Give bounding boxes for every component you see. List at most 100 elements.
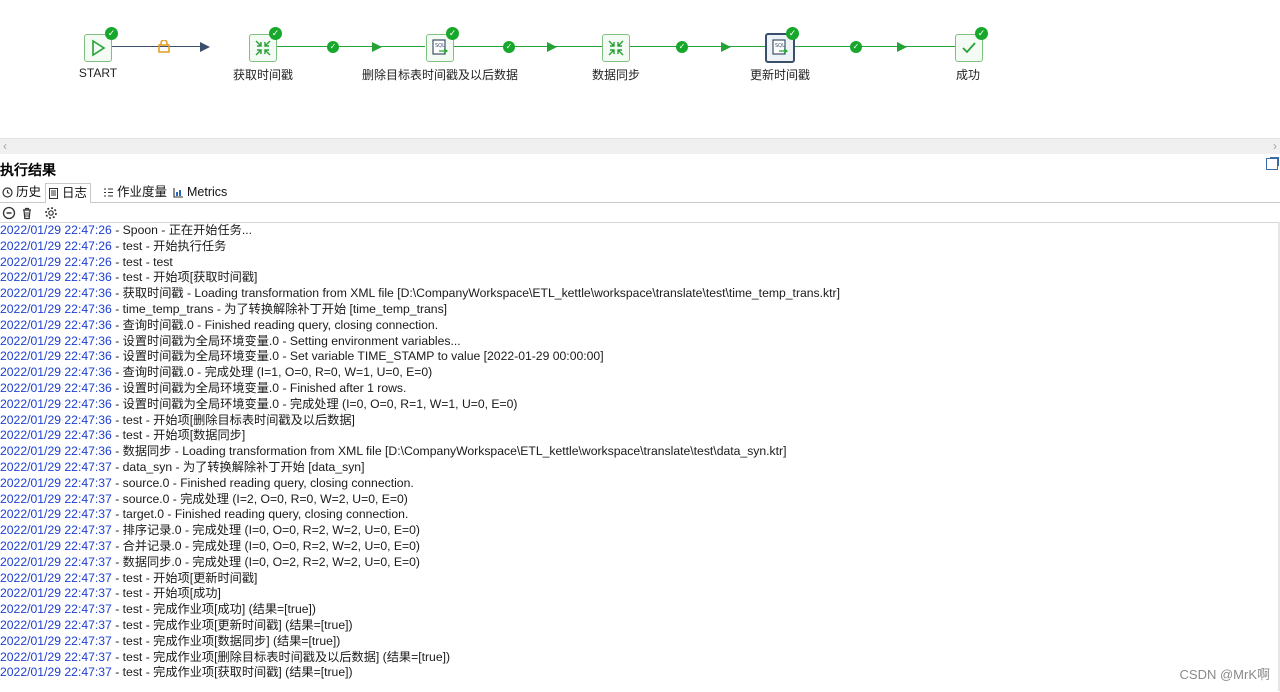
log-line: 2022/01/29 22:47:36 - time_temp_trans - … — [0, 302, 1278, 318]
tab-history[interactable]: 历史 — [0, 183, 44, 203]
tab-metrics[interactable]: Metrics — [171, 183, 235, 203]
hop-delete-to-sync[interactable] — [454, 46, 602, 47]
log-line: 2022/01/29 22:47:26 - test - test — [0, 255, 1278, 271]
log-line: 2022/01/29 22:47:37 - source.0 - Finishe… — [0, 476, 1278, 492]
log-timestamp: 2022/01/29 22:47:36 — [0, 444, 112, 459]
log-line: 2022/01/29 22:47:37 - source.0 - 完成处理 (I… — [0, 492, 1278, 508]
log-message: - 查询时间戳.0 - 完成处理 (I=1, O=0, R=0, W=1, U=… — [111, 365, 433, 380]
results-tabbar: 历史 日志 作业度量 Metrics — [0, 183, 1280, 203]
log-message: - 排序记录.0 - 完成处理 (I=0, O=0, R=2, W=2, U=0… — [111, 523, 420, 538]
hop-arrow — [547, 42, 557, 52]
canvas-horizontal-scrollbar[interactable]: ‹ › — [0, 138, 1280, 154]
stop-icon[interactable] — [2, 206, 16, 220]
log-message: - test - 开始项[数据同步] — [111, 428, 246, 443]
log-timestamp: 2022/01/29 22:47:37 — [0, 523, 112, 538]
log-timestamp: 2022/01/29 22:47:37 — [0, 649, 112, 664]
log-message: - time_temp_trans - 为了转换解除补丁开始 [time_tem… — [111, 301, 448, 316]
log-message: - 查询时间戳.0 - Finished reading query, clos… — [111, 317, 439, 332]
hop-update-to-success[interactable] — [795, 46, 955, 47]
log-timestamp: 2022/01/29 22:47:36 — [0, 270, 112, 285]
log-timestamp: 2022/01/29 22:47:36 — [0, 380, 112, 395]
success-check-icon — [962, 42, 976, 54]
log-message: - test - 开始项[更新时间戳] — [111, 570, 258, 585]
hop-get-timestamp-to-delete[interactable] — [277, 46, 425, 47]
log-output[interactable]: 2022/01/29 22:47:26 - Spoon - 正在开始任务... 2… — [0, 222, 1278, 692]
entry-success-icon: ✓ — [446, 27, 459, 40]
log-message: - 数据同步.0 - 完成处理 (I=0, O=2, R=2, W=2, U=0… — [111, 554, 420, 569]
log-line: 2022/01/29 22:47:36 - test - 开始项[获取时间戳] — [0, 270, 1278, 286]
tab-label: 日志 — [62, 186, 88, 200]
log-message: - source.0 - 完成处理 (I=2, O=0, R=0, W=2, U… — [111, 491, 408, 506]
log-timestamp: 2022/01/29 22:47:37 — [0, 538, 112, 553]
tab-log[interactable]: 日志 — [45, 183, 91, 203]
job-entry-data-sync[interactable] — [602, 34, 630, 62]
tab-job-metrics[interactable]: 作业度量 — [101, 183, 171, 203]
hop-sync-to-update[interactable] — [630, 46, 765, 47]
hop-success-icon: ✓ — [503, 41, 515, 53]
log-line: 2022/01/29 22:47:36 - 获取时间戳 - Loading tr… — [0, 286, 1278, 302]
log-timestamp: 2022/01/29 22:47:36 — [0, 412, 112, 427]
transformation-icon — [608, 40, 624, 56]
log-line: 2022/01/29 22:47:26 - Spoon - 正在开始任务... — [0, 223, 1278, 239]
log-line: 2022/01/29 22:47:26 - test - 开始执行任务 — [0, 239, 1278, 255]
log-message: - 获取时间戳 - Loading transformation from XM… — [111, 286, 840, 301]
log-line: 2022/01/29 22:47:36 - test - 开始项[数据同步] — [0, 428, 1278, 444]
divider — [0, 154, 1280, 158]
trash-icon[interactable] — [20, 206, 34, 220]
watermark: CSDN @MrK啊 — [1179, 667, 1270, 682]
hop-success-icon: ✓ — [676, 41, 688, 53]
log-line: 2022/01/29 22:47:36 - 设置时间戳为全局环境变量.0 - S… — [0, 334, 1278, 350]
log-line: 2022/01/29 22:47:36 - 查询时间戳.0 - Finished… — [0, 318, 1278, 334]
history-icon — [2, 187, 13, 198]
log-line: 2022/01/29 22:47:37 - test - 完成作业项[获取时间戳… — [0, 665, 1278, 681]
log-icon — [49, 188, 58, 199]
log-message: - 设置时间戳为全局环境变量.0 - 完成处理 (I=0, O=0, R=1, … — [111, 396, 518, 411]
log-timestamp: 2022/01/29 22:47:36 — [0, 286, 112, 301]
log-timestamp: 2022/01/29 22:47:36 — [0, 349, 112, 364]
log-message: - test - 开始项[删除目标表时间戳及以后数据] — [111, 412, 355, 427]
scroll-left-icon[interactable]: ‹ — [3, 139, 7, 154]
scroll-right-icon[interactable]: › — [1273, 139, 1277, 154]
log-message: - test - 完成作业项[获取时间戳] (结果=[true]) — [111, 665, 353, 680]
svg-text:SQL: SQL — [775, 43, 785, 49]
sql-script-icon: SQL — [772, 39, 789, 55]
log-message: - Spoon - 正在开始任务... — [111, 223, 253, 237]
hop-arrow — [200, 42, 210, 52]
log-line: 2022/01/29 22:47:37 - test - 完成作业项[数据同步]… — [0, 634, 1278, 650]
log-line: 2022/01/29 22:47:36 - 设置时间戳为全局环境变量.0 - S… — [0, 349, 1278, 365]
log-timestamp: 2022/01/29 22:47:36 — [0, 365, 112, 380]
log-line: 2022/01/29 22:47:37 - test - 完成作业项[成功] (… — [0, 602, 1278, 618]
log-line: 2022/01/29 22:47:37 - test - 开始项[成功] — [0, 586, 1278, 602]
job-canvas[interactable]: ✓ ✓ ✓ ✓ ✓ START ✓ 获取时间戳 SQL ✓ 删除目标表时间戳及以… — [0, 0, 1280, 138]
log-message: - 设置时间戳为全局环境变量.0 - Setting environment v… — [111, 333, 461, 348]
log-timestamp: 2022/01/29 22:47:36 — [0, 428, 112, 443]
tab-label: 作业度量 — [117, 185, 168, 199]
hop-arrow — [721, 42, 731, 52]
log-message: - test - 开始执行任务 — [111, 238, 227, 253]
maximize-icon[interactable] — [1266, 157, 1279, 170]
hop-arrow — [897, 42, 907, 52]
log-line: 2022/01/29 22:47:37 - test - 完成作业项[删除目标表… — [0, 650, 1278, 666]
metrics-list-icon — [104, 188, 113, 197]
log-timestamp: 2022/01/29 22:47:36 — [0, 333, 112, 348]
log-timestamp: 2022/01/29 22:47:26 — [0, 254, 112, 269]
svg-text:SQL: SQL — [435, 43, 445, 49]
log-timestamp: 2022/01/29 22:47:26 — [0, 238, 112, 253]
log-timestamp: 2022/01/29 22:47:36 — [0, 317, 112, 332]
log-line: 2022/01/29 22:47:37 - 合并记录.0 - 完成处理 (I=0… — [0, 539, 1278, 555]
settings-icon[interactable] — [44, 206, 58, 220]
log-timestamp: 2022/01/29 22:47:37 — [0, 554, 112, 569]
log-timestamp: 2022/01/29 22:47:37 — [0, 491, 112, 506]
log-timestamp: 2022/01/29 22:47:26 — [0, 223, 112, 237]
log-line: 2022/01/29 22:47:36 - 数据同步 - Loading tra… — [0, 444, 1278, 460]
log-timestamp: 2022/01/29 22:47:37 — [0, 617, 112, 632]
log-message: - 设置时间戳为全局环境变量.0 - Finished after 1 rows… — [111, 380, 407, 395]
play-icon — [92, 39, 106, 57]
log-timestamp: 2022/01/29 22:47:37 — [0, 586, 112, 601]
log-line: 2022/01/29 22:47:37 - 数据同步.0 - 完成处理 (I=0… — [0, 555, 1278, 571]
log-message: - test - 完成作业项[删除目标表时间戳及以后数据] (结果=[true]… — [111, 649, 451, 664]
log-line: 2022/01/29 22:47:36 - 查询时间戳.0 - 完成处理 (I=… — [0, 365, 1278, 381]
log-timestamp: 2022/01/29 22:47:37 — [0, 602, 112, 617]
chart-icon — [173, 188, 183, 198]
log-message: - data_syn - 为了转换解除补丁开始 [data_syn] — [111, 459, 365, 474]
